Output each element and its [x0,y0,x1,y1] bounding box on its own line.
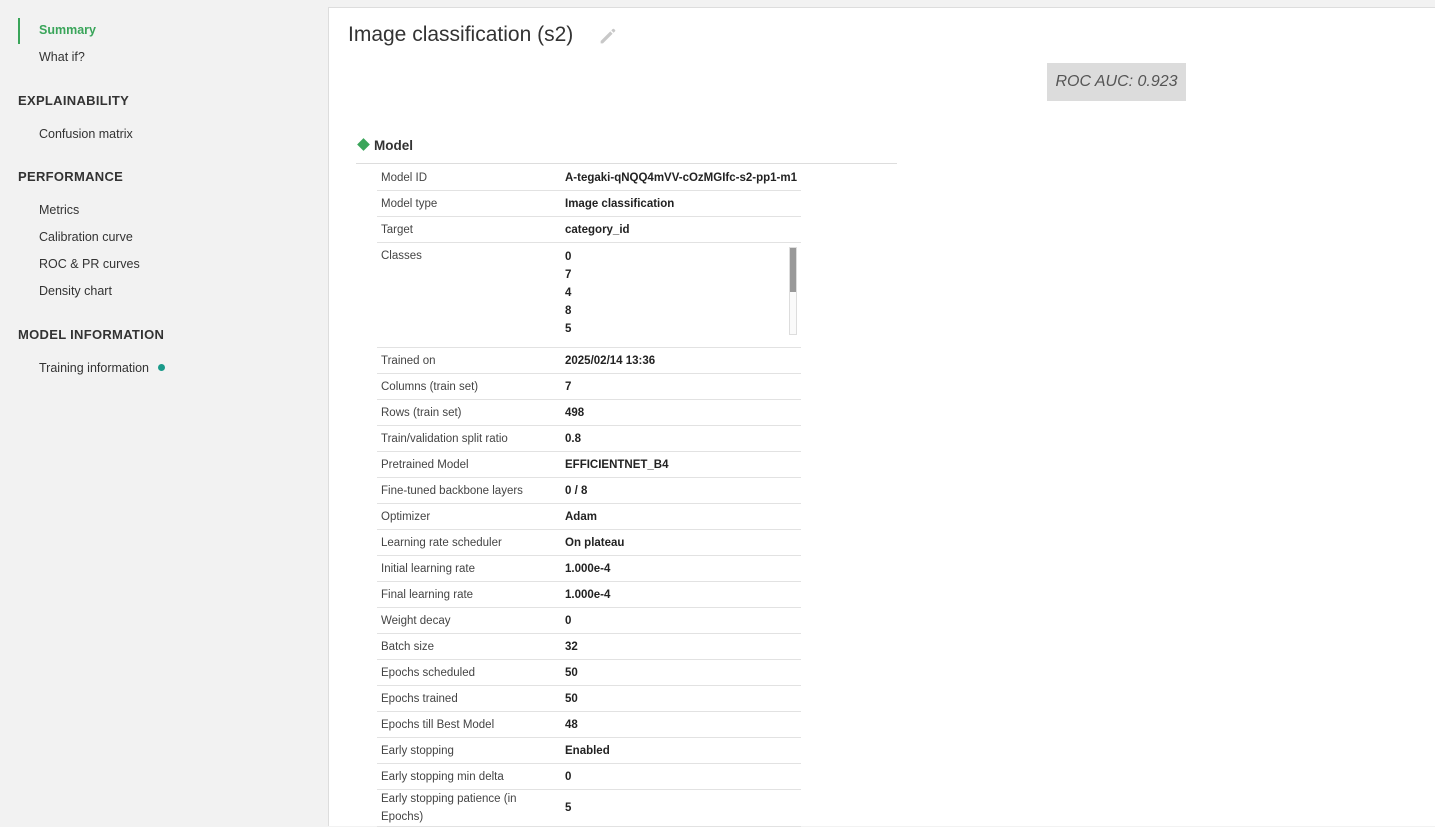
table-row: Weight decay 0 [377,607,801,634]
table-row: Model type Image classification [377,190,801,217]
row-key: Rows (train set) [377,399,561,426]
row-key: Pretrained Model [377,451,561,478]
row-key: Model ID [377,165,561,191]
row-value: 1.000e-4 [561,581,801,608]
class-item: 0 [565,251,572,263]
nav-calibration-curve[interactable]: Calibration curve [39,230,133,244]
nav-training-information-label: Training information [39,361,150,375]
row-value: 48 [561,711,801,738]
roc-auc-badge: ROC AUC: 0.923 [1047,63,1186,101]
row-value: 0.8 [561,425,801,452]
table-row: Fine-tuned backbone layers 0 / 8 [377,477,801,504]
classes-list[interactable]: 0 7 4 8 5 [561,242,801,348]
row-key: Optimizer [377,503,561,530]
table-row: Early stopping min delta 0 [377,763,801,790]
nav-what-if[interactable]: What if? [39,50,85,64]
row-value: 32 [561,633,801,660]
row-value: 1.000e-4 [561,555,801,582]
table-row: Optimizer Adam [377,503,801,530]
table-row: Early stopping Enabled [377,737,801,764]
row-key: Epochs till Best Model [377,711,561,738]
nav-metrics[interactable]: Metrics [39,203,79,217]
nav-confusion-matrix[interactable]: Confusion matrix [39,127,133,141]
table-row: Epochs till Best Model 48 [377,711,801,738]
model-details-table: Model ID A-tegaki-qNQQ4mVV-cOzMGIfc-s2-p… [377,165,801,827]
row-key: Trained on [377,347,561,374]
row-value: category_id [561,216,801,243]
main-panel: Image classification (s2) ROC AUC: 0.923… [328,7,1435,827]
table-row: Trained on 2025/02/14 13:36 [377,347,801,374]
class-item: 5 [565,323,572,335]
active-indicator [18,18,20,44]
row-key: Early stopping patience (in Epochs) [377,789,561,827]
section-explainability: EXPLAINABILITY [18,93,130,108]
row-key: Target [377,216,561,243]
table-row: Epochs trained 50 [377,685,801,712]
class-item: 8 [565,305,572,317]
scrollbar-thumb[interactable] [790,248,796,292]
section-performance: PERFORMANCE [18,169,124,184]
row-value: 0 / 8 [561,477,801,504]
row-key: Early stopping min delta [377,763,561,790]
table-row: Initial learning rate 1.000e-4 [377,555,801,582]
edit-pencil-icon[interactable] [597,25,619,47]
table-row: Train/validation split ratio 0.8 [377,425,801,452]
table-row: Final learning rate 1.000e-4 [377,581,801,608]
table-row: Pretrained Model EFFICIENTNET_B4 [377,451,801,478]
row-key: Train/validation split ratio [377,425,561,452]
row-value: 0 [561,763,801,790]
row-key: Columns (train set) [377,373,561,400]
table-row: Columns (train set) 7 [377,373,801,400]
row-key: Epochs trained [377,685,561,712]
row-key: Weight decay [377,607,561,634]
sidebar: Summary What if? EXPLAINABILITY Confusio… [0,0,328,826]
classes-scrollbar[interactable] [789,247,797,335]
page-title: Image classification (s2) [348,23,574,46]
table-row: Batch size 32 [377,633,801,660]
row-value: Image classification [561,190,801,217]
model-diamond-icon [357,138,370,151]
row-value: EFFICIENTNET_B4 [561,451,801,478]
table-row: Learning rate scheduler On plateau [377,529,801,556]
status-dot-icon [158,364,166,372]
nav-training-information[interactable]: Training information [39,361,166,375]
row-key: Batch size [377,633,561,660]
table-row: Early stopping patience (in Epochs) 5 [377,789,801,827]
row-value: 50 [561,685,801,712]
table-row: Target category_id [377,216,801,243]
row-key: Early stopping [377,737,561,764]
row-value: 50 [561,659,801,686]
row-key: Final learning rate [377,581,561,608]
class-item: 7 [565,269,572,281]
row-key: Model type [377,190,561,217]
model-section-header: Model [356,134,897,164]
model-section-label: Model [374,138,413,153]
nav-summary[interactable]: Summary [39,23,96,37]
row-key: Fine-tuned backbone layers [377,477,561,504]
table-row: Classes 0 7 4 8 5 [377,242,801,348]
row-key: Epochs scheduled [377,659,561,686]
class-item: 4 [565,287,572,299]
row-value: 5 [561,789,801,827]
row-value: 0 [561,607,801,634]
row-value: 2025/02/14 13:36 [561,347,801,374]
nav-roc-pr-curves[interactable]: ROC & PR curves [39,257,140,271]
row-key: Classes [377,242,561,348]
nav-density-chart[interactable]: Density chart [39,284,112,298]
table-row: Rows (train set) 498 [377,399,801,426]
row-key: Learning rate scheduler [377,529,561,556]
table-row: Model ID A-tegaki-qNQQ4mVV-cOzMGIfc-s2-p… [377,165,801,191]
row-value: A-tegaki-qNQQ4mVV-cOzMGIfc-s2-pp1-m1 [561,165,801,191]
row-value: On plateau [561,529,801,556]
row-value: Enabled [561,737,801,764]
row-value: Adam [561,503,801,530]
row-key: Initial learning rate [377,555,561,582]
section-model-information: MODEL INFORMATION [18,327,165,342]
table-row: Epochs scheduled 50 [377,659,801,686]
row-value: 7 [561,373,801,400]
row-value: 498 [561,399,801,426]
